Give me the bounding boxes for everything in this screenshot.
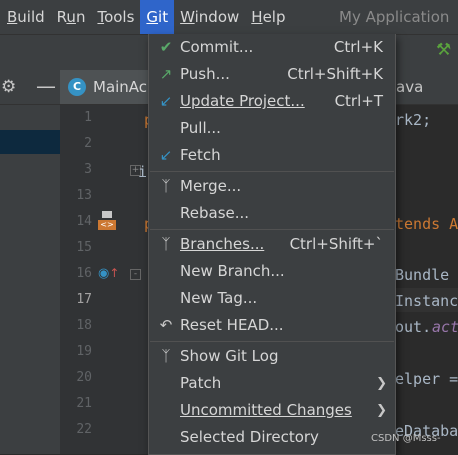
menu-item-label: Uncommitted Changes [180, 401, 352, 419]
git-log-icon: ᛉ [161, 347, 171, 365]
push-arrow-icon: ↗ [159, 65, 173, 83]
layout-xml-icon[interactable]: <> [98, 211, 118, 231]
submenu-arrow-icon: ❯ [376, 376, 387, 391]
menu-item-label: Merge... [180, 177, 242, 195]
menu-item-label: Update Project... [180, 92, 305, 110]
fold-minus-icon[interactable]: - [130, 269, 141, 280]
menu-window[interactable]: Window [174, 0, 245, 34]
menu-item-show-git-log[interactable]: ᛉ Show Git Log [149, 343, 395, 370]
menu-bar: Build Run Tools Git Window Help My Appli… [0, 0, 458, 34]
line-number: 20 [76, 370, 92, 385]
code-fragment: Instanc [395, 292, 458, 310]
menu-item-patch[interactable]: Patch ❯ [149, 370, 395, 397]
line-number: 18 [76, 318, 92, 333]
menu-run[interactable]: Run [51, 0, 92, 34]
menu-help[interactable]: Help [245, 0, 291, 34]
merge-icon: ᛉ [161, 177, 171, 195]
layout-icon-top [102, 211, 112, 218]
menu-item-label: Push... [180, 65, 230, 83]
line-number: 21 [76, 396, 92, 411]
menu-item-selected-directory[interactable]: Selected Directory [149, 424, 395, 451]
menu-item-label: Fetch [180, 146, 221, 164]
code-fragment: act [432, 318, 458, 336]
code-fragment: out. [395, 318, 432, 336]
override-icon[interactable]: ◉↑ [98, 266, 119, 281]
line-number: 3 [84, 162, 92, 177]
code-fragment: Bundle [395, 266, 450, 284]
menu-separator [150, 171, 394, 172]
menu-item-uncommitted-changes[interactable]: Uncommitted Changes ❯ [149, 397, 395, 424]
menu-item-reset-head[interactable]: ↶ Reset HEAD... [149, 312, 395, 339]
project-panel: ⚙ — [0, 70, 60, 454]
build-hammer-icon[interactable]: ⚒ [436, 40, 451, 60]
layout-icon-bottom: <> [98, 220, 116, 230]
code-fragment: rk2; [395, 111, 432, 129]
git-dropdown-menu: ✔ Commit... Ctrl+K ↗ Push... Ctrl+Shift+… [148, 34, 396, 455]
menu-tools[interactable]: Tools [91, 0, 140, 34]
line-number-current: 17 [76, 292, 92, 307]
tab-main-activity[interactable]: C MainAc [60, 70, 150, 104]
menu-item-fetch[interactable]: ↙ Fetch [149, 142, 395, 169]
menu-item-label: Reset HEAD... [180, 316, 284, 334]
menu-git[interactable]: Git [140, 0, 175, 34]
tab-main-label: MainAc [93, 78, 148, 96]
code-fragment: elper = [395, 370, 458, 388]
menu-item-shortcut: Ctrl+Shift+K [287, 65, 383, 83]
line-number: 14 [76, 214, 92, 229]
menu-item-pull[interactable]: Pull... [149, 115, 395, 142]
menu-item-label: Rebase... [180, 204, 250, 222]
fetch-arrow-icon: ↙ [159, 146, 173, 164]
menu-item-new-tag[interactable]: New Tag... [149, 285, 395, 312]
editor-gutter: 1 2 3 13 14 15 16 17 18 19 20 21 22 + - … [60, 105, 150, 454]
menu-item-label: Branches... [180, 235, 265, 253]
gear-icon[interactable]: ⚙ [1, 77, 16, 97]
menu-item-commit[interactable]: ✔ Commit... Ctrl+K [149, 34, 395, 61]
menu-item-shortcut: Ctrl+Shift+` [289, 235, 383, 253]
menu-separator [150, 229, 394, 230]
menu-item-shortcut: Ctrl+T [334, 92, 383, 110]
menu-item-label: Show Git Log [180, 347, 279, 365]
submenu-arrow-icon: ❯ [376, 403, 387, 418]
menu-separator [150, 341, 394, 342]
menu-item-label: Commit... [180, 38, 254, 56]
project-toolbar: ⚙ — [0, 70, 60, 105]
menu-item-merge[interactable]: ᛉ Merge... [149, 173, 395, 200]
menu-item-label: Patch [180, 374, 222, 392]
class-c-icon: C [68, 78, 86, 96]
menu-item-push[interactable]: ↗ Push... Ctrl+Shift+K [149, 61, 395, 88]
watermark: CSDN @Msss- [371, 433, 441, 444]
code-fragment: tends A [395, 215, 458, 233]
code-fragment: i [138, 163, 148, 181]
menu-item-label: Selected Directory [180, 428, 319, 446]
check-icon: ✔ [159, 38, 173, 56]
menu-item-rebase[interactable]: Rebase... [149, 200, 395, 227]
line-number: 19 [76, 344, 92, 359]
menu-item-shortcut: Ctrl+K [333, 38, 383, 56]
menu-item-update-project[interactable]: ↙ Update Project... Ctrl+T [149, 88, 395, 115]
line-number: 13 [76, 188, 92, 203]
selected-tree-row[interactable] [0, 130, 60, 154]
branch-icon: ᛉ [161, 235, 171, 253]
line-number: 1 [84, 110, 92, 125]
reset-icon: ↶ [159, 316, 173, 334]
menu-item-new-branch[interactable]: New Branch... [149, 258, 395, 285]
tab-java-file[interactable]: ava [396, 78, 423, 96]
update-arrow-icon: ↙ [159, 92, 173, 110]
menu-build[interactable]: Build [0, 0, 51, 34]
menu-item-label: New Branch... [180, 262, 285, 280]
menu-item-label: New Tag... [180, 289, 258, 307]
line-number: 15 [76, 240, 92, 255]
line-number: 16 [76, 266, 92, 281]
line-number: 2 [84, 136, 92, 151]
menu-item-branches[interactable]: ᛉ Branches... Ctrl+Shift+` [149, 231, 395, 258]
line-number: 22 [76, 422, 92, 437]
menu-item-label: Pull... [180, 119, 221, 137]
hide-panel-icon[interactable]: — [36, 74, 56, 98]
app-title: My Application [339, 8, 450, 26]
